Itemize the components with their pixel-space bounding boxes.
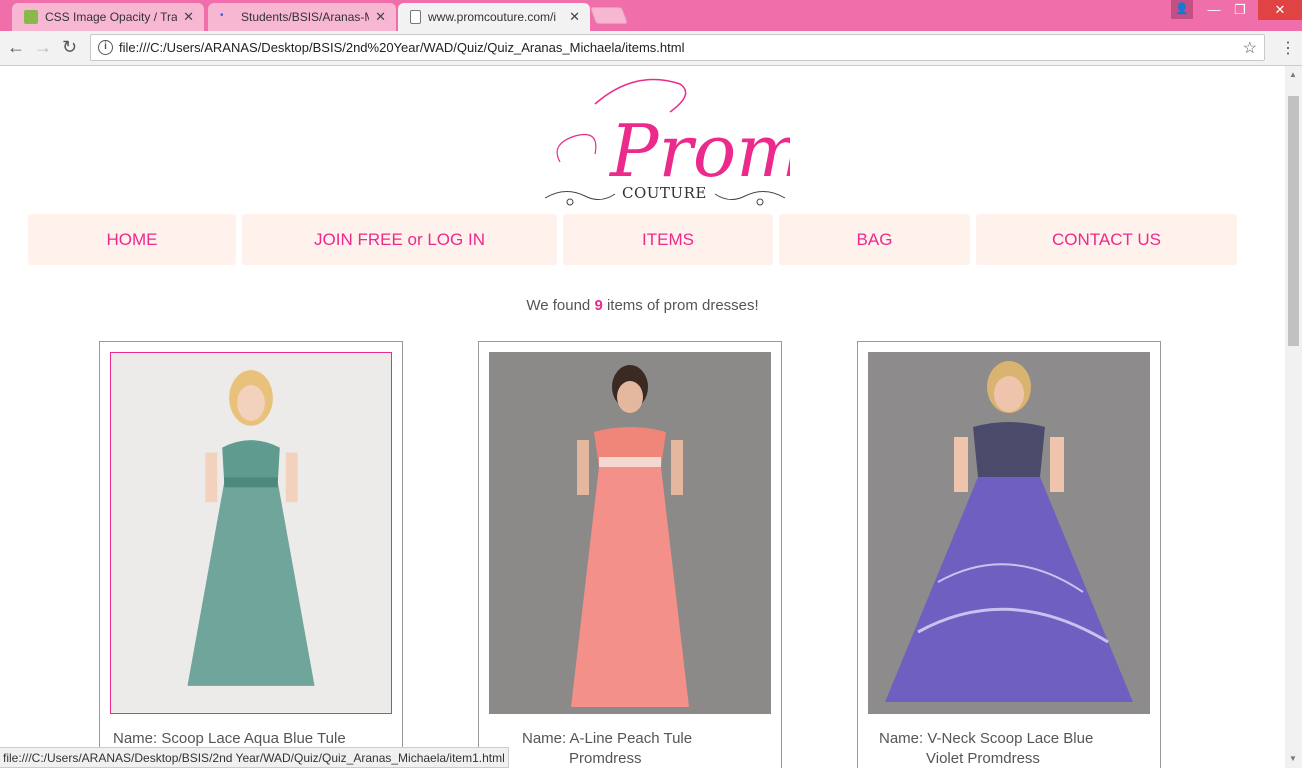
document-icon: [410, 10, 421, 24]
dress-photo[interactable]: [110, 352, 392, 714]
profile-icon[interactable]: 👤: [1171, 0, 1193, 19]
product-card[interactable]: Name: V-Neck Scoop Lace Blue Violet Prom…: [857, 341, 1161, 768]
bookmark-star-icon[interactable]: ☆: [1243, 38, 1257, 58]
product-card[interactable]: Name: A-Line Peach Tule Promdress: [478, 341, 782, 768]
tab-title: www.promcouture.com/i: [428, 10, 557, 24]
summary-suffix: items of prom dresses!: [606, 297, 759, 314]
minimize-icon[interactable]: —: [1203, 0, 1225, 20]
address-url[interactable]: file:///C:/Users/ARANAS/Desktop/BSIS/2nd…: [119, 40, 684, 55]
product-name[interactable]: Name: A-Line Peach Tule Promdress: [522, 729, 692, 768]
logo-script: Prom: [608, 109, 790, 193]
close-icon[interactable]: ✕: [569, 9, 580, 25]
name-label: Name:: [113, 730, 158, 747]
name-line1: V-Neck Scoop Lace Blue: [927, 730, 1094, 747]
back-icon[interactable]: ←: [7, 37, 25, 58]
w3-icon: [24, 10, 38, 24]
name-line1: Scoop Lace Aqua Blue Tule: [161, 730, 346, 747]
results-count: 9: [594, 297, 603, 314]
menu-icon[interactable]: ⋮: [1280, 38, 1296, 58]
tab-promcouture[interactable]: www.promcouture.com/i ✕: [398, 3, 590, 31]
info-icon[interactable]: i: [98, 40, 113, 55]
tab-css-opacity[interactable]: CSS Image Opacity / Tra ✕: [12, 3, 204, 31]
nav-join-label: JOIN FREE or LOG IN: [314, 229, 485, 249]
close-window-icon[interactable]: ✕: [1258, 0, 1302, 20]
tab-title: Students/BSIS/Aranas-M: [241, 10, 370, 24]
results-summary: We found 9 items of prom dresses!: [0, 297, 1285, 314]
tab-students[interactable]: • Students/BSIS/Aranas-M ✕: [208, 3, 396, 31]
product-name[interactable]: Name: Scoop Lace Aqua Blue Tule: [113, 729, 346, 749]
nav-bag-label: BAG: [856, 229, 893, 249]
tab-title: CSS Image Opacity / Tra: [45, 10, 178, 24]
name-label: Name:: [522, 730, 567, 747]
name-line1: A-Line Peach Tule: [569, 730, 693, 747]
prom-couture-logo[interactable]: Prom COUTURE: [540, 74, 790, 212]
close-icon[interactable]: ✕: [183, 9, 194, 25]
name-label: Name:: [879, 730, 924, 747]
new-tab-button[interactable]: [589, 7, 629, 24]
browser-titlebar: CSS Image Opacity / Tra ✕ • Students/BSI…: [0, 0, 1302, 31]
product-name[interactable]: Name: V-Neck Scoop Lace Blue Violet Prom…: [879, 729, 1093, 768]
forward-icon[interactable]: →: [34, 37, 52, 58]
scrollbar-thumb[interactable]: [1288, 96, 1299, 346]
nav-items[interactable]: ITEMS: [563, 214, 773, 265]
summary-prefix: We found: [526, 297, 591, 314]
logo-word: COUTURE: [622, 184, 707, 202]
status-bar: file:///C:/Users/ARANAS/Desktop/BSIS/2nd…: [0, 747, 509, 768]
product-card[interactable]: Name: Scoop Lace Aqua Blue Tule: [99, 341, 403, 768]
nav-contact-label: CONTACT US: [1052, 229, 1161, 249]
nav-home-label: HOME: [106, 229, 158, 249]
close-icon[interactable]: ✕: [375, 9, 386, 25]
nav-items-label: ITEMS: [642, 229, 694, 249]
name-line2: Promdress: [569, 750, 642, 767]
page-dot-icon: •: [220, 10, 224, 21]
name-line2: Violet Promdress: [926, 750, 1040, 767]
nav-join[interactable]: JOIN FREE or LOG IN: [242, 214, 557, 265]
nav-contact[interactable]: CONTACT US: [976, 214, 1237, 265]
dress-photo[interactable]: [489, 352, 771, 714]
reload-icon[interactable]: ↻: [62, 37, 77, 58]
restore-icon[interactable]: ❐: [1229, 0, 1251, 20]
nav-home[interactable]: HOME: [28, 214, 236, 265]
status-url: file:///C:/Users/ARANAS/Desktop/BSIS/2nd…: [3, 751, 505, 765]
browser-toolbar: ← → ↻ i file:///C:/Users/ARANAS/Desktop/…: [0, 31, 1302, 66]
page-viewport: Prom COUTURE HOME JOIN FREE or LOG IN IT…: [0, 66, 1285, 768]
page-scrollbar[interactable]: ▲ ▼: [1285, 66, 1302, 768]
dress-photo[interactable]: [868, 352, 1150, 714]
address-bar[interactable]: i file:///C:/Users/ARANAS/Desktop/BSIS/2…: [90, 34, 1265, 61]
scroll-up-icon[interactable]: ▲: [1289, 70, 1297, 79]
nav-bag[interactable]: BAG: [779, 214, 970, 265]
scroll-down-icon[interactable]: ▼: [1289, 754, 1297, 763]
